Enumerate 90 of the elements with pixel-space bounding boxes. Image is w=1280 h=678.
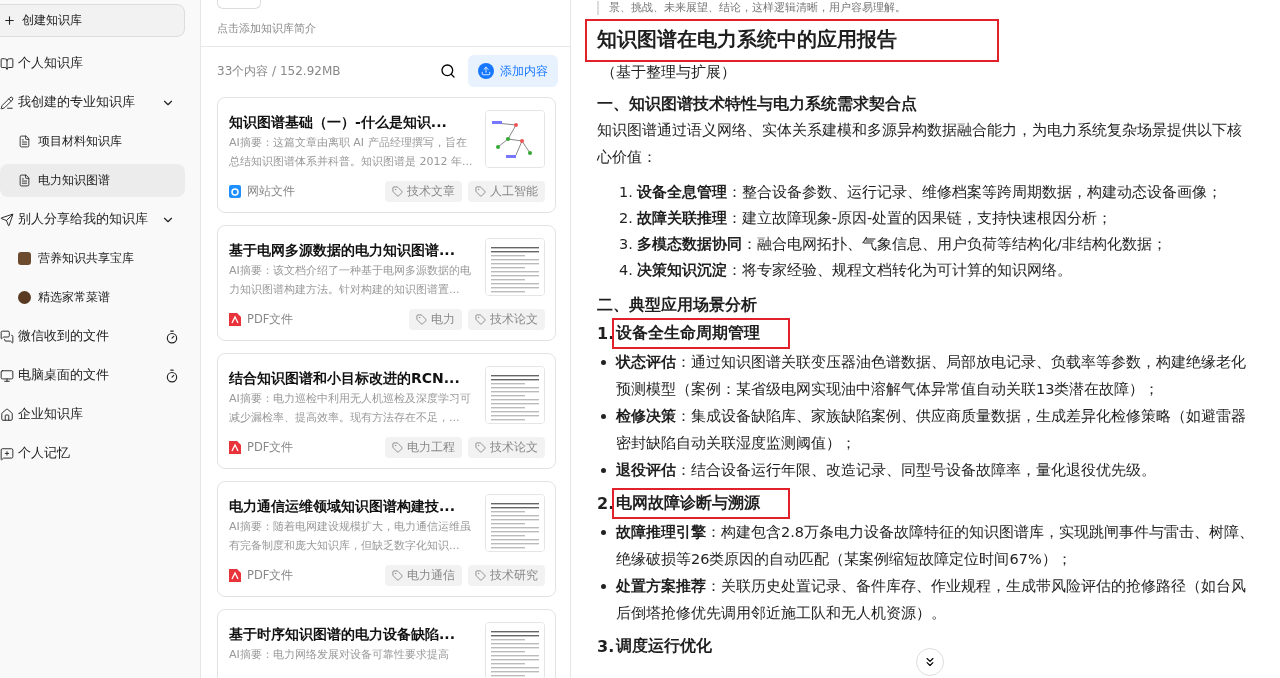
list-number: 4.: [619, 261, 633, 280]
tag-icon: [475, 314, 486, 325]
chat-icon: [0, 329, 14, 344]
search-icon[interactable]: [440, 63, 456, 79]
heading-number: 2.: [597, 494, 615, 513]
send-icon: [0, 212, 14, 227]
card-summary: AI摘要：随着电网建设规模扩大，电力通信运维虽有完备制度和庞大知识库，但缺乏数字化知识...: [229, 519, 472, 554]
list-item: 决策知识沉淀：将专家经验、规程文档转化为可计算的知识网络。: [636, 261, 1072, 280]
list-item: 设备全息管理：整合设备参数、运行记录、维修档案等跨周期数据，构建动态设备画像；: [636, 183, 1222, 202]
list-item: 处置方案推荐：关联历史处置记录、备件库存、作业规程，生成带风险评估的抢修路径（如台风后倒塔抢修优先调用邻近施工队和无人机资源）。: [616, 577, 1247, 623]
sidebar-item[interactable]: 精选家常菜谱: [0, 281, 185, 314]
pdf-file-icon: [229, 569, 241, 582]
paragraph: 知识图谱通过语义网络、实体关系建模和多源异构数据融合能力，为电力系统复杂场景提供以下核心价值：: [597, 121, 1243, 167]
pencil-icon: [0, 95, 14, 110]
bullet: [601, 468, 606, 473]
sidebar-item[interactable]: 个人记忆: [0, 437, 185, 470]
document-icon: [18, 174, 31, 187]
card-summary: AI摘要：该文档介绍了一种基于电网多源数据的电力知识图谱构建方法。针对构建的知识图谱置...: [229, 263, 472, 298]
tag-icon: [392, 570, 403, 581]
card-summary: AI摘要：电力网络发展对设备可靠性要求提高: [229, 647, 450, 663]
sidebar-group[interactable]: 别人分享给我的知识库: [0, 203, 185, 236]
file-type: PDF文件: [247, 568, 295, 583]
bullet: [601, 530, 606, 535]
avatar-icon: [18, 291, 31, 304]
section-heading: 一、知识图谱技术特性与电力系统需求契合点: [597, 94, 918, 115]
card-title: 基于时序知识图谱的电力设备缺陷...: [229, 625, 456, 643]
tag-icon: [475, 570, 486, 581]
sidebar-item[interactable]: 企业知识库: [0, 398, 185, 431]
intro-placeholder[interactable]: 点击添加知识库简介: [217, 21, 556, 36]
card-title: 电力通信运维领域知识图谱构建技...: [229, 497, 456, 515]
tag-icon: [475, 186, 486, 197]
sidebar-item[interactable]: 项目材料知识库: [0, 125, 185, 158]
document-title: 知识图谱在电力系统中的应用报告: [587, 21, 997, 60]
subsection-heading: 调度运行优化: [614, 635, 714, 657]
list-item: 退役评估：结合设备运行年限、改造记录、同型号设备故障率，量化退役优先级。: [616, 461, 1156, 480]
subtitle: （基于整理与扩展）: [601, 63, 737, 82]
list-item: 检修决策：集成设备缺陷库、家族缺陷案例、供应商质量数据，生成差异化检修策略（如避雷器密封缺陷自动关联湿度监测阈值）；: [616, 407, 1247, 453]
list-number: 1.: [619, 183, 633, 202]
tag-icon: [392, 442, 403, 453]
content-card[interactable]: 基于时序知识图谱的电力设备缺陷... AI摘要：电力网络发展对设备可靠性要求提高: [217, 609, 556, 678]
sidebar-item[interactable]: 微信收到的文件: [0, 320, 185, 353]
file-type: PDF文件: [247, 312, 295, 327]
sidebar-item[interactable]: 电力知识图谱: [0, 164, 185, 197]
plus-icon: [3, 14, 16, 27]
clock-icon: [165, 368, 179, 383]
bullet: [601, 360, 606, 365]
clock-icon: [165, 329, 179, 344]
file-type: 网站文件: [247, 184, 296, 199]
subsection-heading: 电网故障诊断与溯源: [614, 490, 789, 517]
bullet: [601, 414, 606, 419]
bullet: [601, 584, 606, 589]
sidebar-item[interactable]: 个人知识库: [0, 47, 185, 80]
content-stats: 33个内容 / 152.92MB: [217, 62, 342, 80]
house-icon: [0, 407, 14, 422]
card-title: 结合知识图谱和小目标改进的RCN...: [229, 369, 461, 387]
list-number: 2.: [619, 209, 633, 228]
file-type: PDF文件: [247, 440, 295, 455]
web-file-icon: [229, 185, 241, 198]
list-item: 状态评估：通过知识图谱关联变压器油色谱数据、局部放电记录、负载率等参数，构建绝缘老化预测模型（案例：某省级电网实现油中溶解气体异常值自动关联13类潜在故障）；: [616, 353, 1247, 399]
message-plus-icon: [0, 446, 14, 461]
list-number: 3.: [619, 235, 633, 254]
tag-icon: [416, 314, 427, 325]
document-icon: [18, 135, 31, 148]
tag-icon: [475, 442, 486, 453]
card-title: 基于电网多源数据的电力知识图谱...: [229, 241, 456, 259]
list-item: 多模态数据协同：融合电网拓扑、气象信息、用户负荷等结构化/非结构化数据；: [636, 235, 1167, 254]
subsection-heading: 设备全生命周期管理: [614, 320, 789, 347]
card-summary: AI摘要：这篇文章由离职 AI 产品经理撰写，旨在总结知识图谱体系并科普。知识图谱是 2012 年...: [229, 135, 474, 170]
tag-icon: [392, 186, 403, 197]
sidebar-item[interactable]: 营养知识共享宝库: [0, 242, 185, 275]
cover-thumbnail[interactable]: [217, 0, 261, 9]
avatar-icon: [18, 252, 31, 265]
list-item: 故障关联推理：建立故障现象-原因-处置的因果链，支持快速根因分析；: [636, 209, 1113, 228]
heading-number: 3.: [597, 637, 615, 656]
list-item: 故障推理引擎：构建包含2.8万条电力设备故障特征的知识图谱库，实现跳闸事件与雷击、树障、绝缘破损等26类原因的自动匹配（某案例缩短故障定位时间67%）；: [616, 523, 1256, 569]
quote-text: 景、挑战、未来展望、结论，这样逻辑清晰，用户容易理解。: [597, 1, 1256, 15]
card-summary: AI摘要：电力巡检中利用无人机巡检及深度学习可减少漏检率、提高效率。现有方法存在不足，...: [229, 391, 472, 426]
chevrons-down-icon: [923, 655, 937, 669]
sidebar-item[interactable]: 电脑桌面的文件: [0, 359, 185, 392]
book-icon: [0, 56, 14, 71]
create-button[interactable]: 创建知识库: [0, 4, 185, 37]
pdf-file-icon: [229, 441, 241, 454]
card-title: 知识图谱基础（一）-什么是知识...: [229, 113, 448, 131]
monitor-icon: [0, 368, 14, 383]
pdf-file-icon: [229, 313, 241, 326]
upload-icon: [478, 63, 494, 79]
scroll-down-button[interactable]: [916, 648, 944, 676]
add-content-button[interactable]: 添加内容: [468, 55, 558, 87]
sidebar-group[interactable]: 我创建的专业知识库: [0, 86, 185, 119]
section-heading: 二、典型应用场景分析: [597, 295, 758, 316]
